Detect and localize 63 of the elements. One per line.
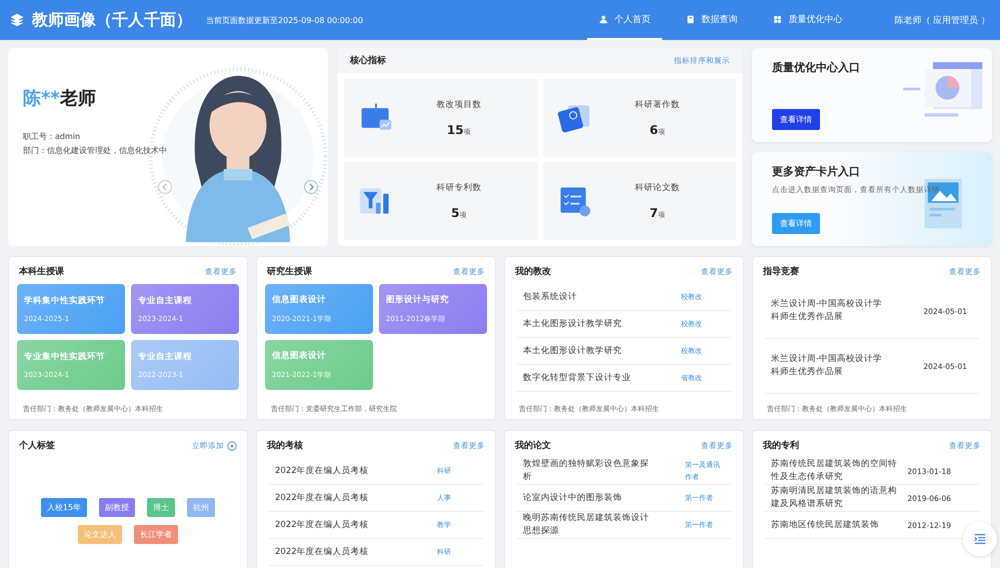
metric-label: 科研著作数 <box>634 98 680 110</box>
project-name[interactable]: 数字化转型背景下设计专业 <box>523 372 631 384</box>
user-name[interactable]: 陈老师（ 应用管理员 ） <box>894 14 990 26</box>
competition-name[interactable]: 米兰设计周-中国高校设计学科师生优秀作品展 <box>771 298 883 324</box>
entry-title: 更多资产卡片入口 <box>772 164 861 179</box>
panel-title: 我的教改 <box>515 266 551 278</box>
metric-label: 科研专利数 <box>436 182 482 194</box>
add-icon <box>227 440 237 450</box>
record-title[interactable]: 晚明苏南传统民居建筑装饰设计思想探源 <box>523 512 653 538</box>
view-details-button[interactable]: 查看详情 <box>772 213 820 234</box>
profile-tag: 入校15年 <box>40 498 88 517</box>
nav-tab[interactable]: 质量优化中心 <box>761 0 854 40</box>
panel-title: 个人标签 <box>19 440 55 452</box>
course-name: 信息图表设计 <box>272 294 327 306</box>
panel-title: 我的考核 <box>267 439 303 452</box>
panel-title: 研究生授课 <box>267 265 312 278</box>
project-name[interactable]: 本土化图形设计教学研究 <box>523 344 622 358</box>
metric-label: 教改项目数 <box>436 98 482 110</box>
layers-icon <box>10 13 24 27</box>
record-title[interactable]: 论室内设计中的图形装饰 <box>523 492 653 504</box>
nav-tab[interactable]: 个人首页 <box>587 0 662 40</box>
record-title[interactable]: 苏南传统民居建筑装饰的空间特性及生态传承研究 <box>771 458 901 484</box>
record-title[interactable]: 苏南地区传统民居建筑装饰 <box>771 518 901 532</box>
panel-title: 我的专利 <box>763 439 799 452</box>
course-name: 学科集中性实践环节 <box>24 295 106 307</box>
panel-title: 本科生授课 <box>19 265 64 278</box>
project-name[interactable]: 包装系统设计 <box>523 290 577 304</box>
panel-title: 我的论文 <box>515 439 551 452</box>
profile-tag: 博士 <box>147 498 176 517</box>
previous-button[interactable] <box>158 180 172 194</box>
entry-title: 质量优化中心入口 <box>772 60 861 75</box>
course-name: 图形设计与研究 <box>386 294 450 306</box>
record-title[interactable]: 敦煌壁画的独特赋彩设色意象探析 <box>523 458 653 484</box>
profile-tag: 长江学者 <box>134 525 178 544</box>
panel-title: 指导竞赛 <box>763 265 799 278</box>
teacher-name: 陈**老师 <box>23 87 97 110</box>
course-name: 信息图表设计 <box>272 350 327 362</box>
course-name: 专业集中性实践环节 <box>24 351 106 363</box>
profile-tag: 副教授 <box>99 498 136 517</box>
grid-icon <box>773 14 782 24</box>
course-name: 专业自主课程 <box>138 351 193 363</box>
list-icon <box>973 532 987 546</box>
staff-id: 职工号：admin <box>23 131 80 143</box>
panel-title: 核心指标 <box>350 54 386 67</box>
record-title[interactable]: 苏南明清民居建筑装饰的语意构建及风格谱系研究 <box>771 485 901 511</box>
record-title[interactable]: 2022年度在编人员考核 <box>275 464 405 478</box>
record-title[interactable]: 2022年度在编人员考核 <box>275 518 405 532</box>
record-title[interactable]: 2022年度在编人员考核 <box>275 546 405 558</box>
department: 部门：信息化建设管理处，信息化技术中 <box>23 145 167 157</box>
nav-tab[interactable]: 数据查询 <box>674 0 750 40</box>
profile-tag: 论文达人 <box>78 525 122 544</box>
app-title: 教师画像（千人千面） <box>32 10 192 30</box>
record-title[interactable]: 2022年度在编人员考核 <box>275 492 405 504</box>
book-icon <box>686 14 696 24</box>
course-name: 专业自主课程 <box>138 295 193 307</box>
profile-tag: 杭州 <box>187 498 216 517</box>
view-details-button[interactable]: 查看详情 <box>772 109 820 130</box>
next-button[interactable] <box>304 180 318 194</box>
person-icon <box>599 14 608 24</box>
metric-label: 科研论文数 <box>634 182 680 194</box>
competition-name[interactable]: 米兰设计周-中国高校设计学科师生优秀作品展 <box>771 353 883 379</box>
update-note: 当前页面数据更新至2025-09-08 00:00:00 <box>206 14 363 26</box>
project-name[interactable]: 本土化图形设计教学研究 <box>523 318 622 330</box>
